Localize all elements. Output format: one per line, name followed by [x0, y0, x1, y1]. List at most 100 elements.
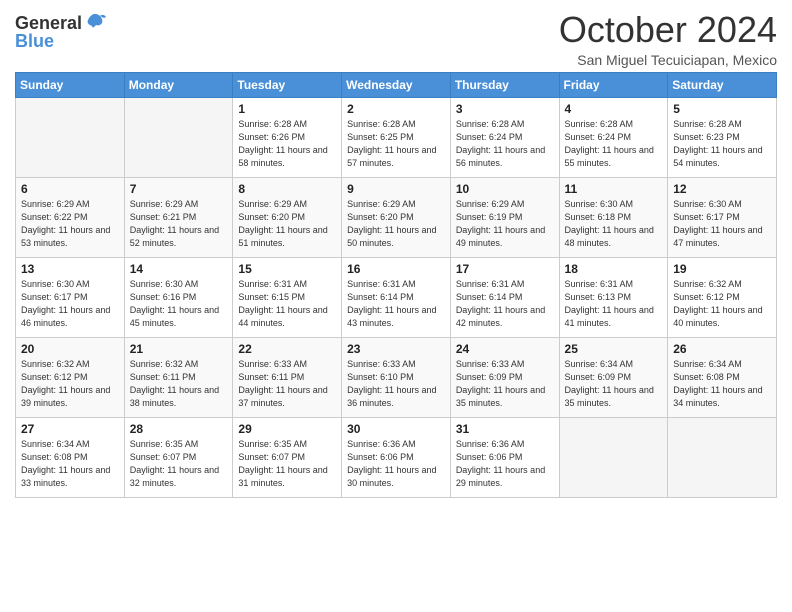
page: General Blue October 2024 San Miguel Tec… — [0, 0, 792, 612]
day-detail: Sunrise: 6:28 AMSunset: 6:26 PMDaylight:… — [238, 118, 336, 170]
day-number: 10 — [456, 182, 554, 196]
logo-text-line2: Blue — [15, 32, 106, 52]
table-row: 8 Sunrise: 6:29 AMSunset: 6:20 PMDaylight… — [233, 177, 342, 257]
col-friday: Friday — [559, 72, 668, 97]
table-row: 2 Sunrise: 6:28 AMSunset: 6:25 PMDaylight… — [342, 97, 451, 177]
table-row — [668, 417, 777, 497]
logo-bird-icon — [84, 13, 106, 31]
day-detail: Sunrise: 6:33 AMSunset: 6:10 PMDaylight:… — [347, 358, 445, 410]
day-detail: Sunrise: 6:35 AMSunset: 6:07 PMDaylight:… — [238, 438, 336, 490]
day-detail: Sunrise: 6:30 AMSunset: 6:18 PMDaylight:… — [565, 198, 663, 250]
calendar-week-row: 20Sunrise: 6:32 AMSunset: 6:12 PMDayligh… — [16, 337, 777, 417]
table-row: 11 Sunrise: 6:30 AMSunset: 6:18 PMDayligh… — [559, 177, 668, 257]
day-detail: Sunrise: 6:36 AMSunset: 6:06 PMDaylight:… — [456, 438, 554, 490]
table-row: 16Sunrise: 6:31 AMSunset: 6:14 PMDayligh… — [342, 257, 451, 337]
table-row: 3 Sunrise: 6:28 AMSunset: 6:24 PMDaylight… — [450, 97, 559, 177]
day-detail: Sunrise: 6:29 AMSunset: 6:20 PMDaylight:… — [347, 198, 445, 250]
calendar-table: Sunday Monday Tuesday Wednesday Thursday… — [15, 72, 777, 498]
location-title: San Miguel Tecuiciapan, Mexico — [559, 52, 777, 68]
day-number: 11 — [565, 182, 663, 196]
table-row: 23 Sunrise: 6:33 AMSunset: 6:10 PMDayligh… — [342, 337, 451, 417]
month-title: October 2024 — [559, 10, 777, 50]
day-number: 27 — [21, 422, 119, 436]
table-row: 26 Sunrise: 6:34 AMSunset: 6:08 PMDayligh… — [668, 337, 777, 417]
day-detail: Sunrise: 6:31 AMSunset: 6:13 PMDaylight:… — [565, 278, 663, 330]
day-number: 23 — [347, 342, 445, 356]
day-number: 1 — [238, 102, 336, 116]
col-thursday: Thursday — [450, 72, 559, 97]
logo: General Blue — [15, 14, 106, 52]
table-row: 17 Sunrise: 6:31 AMSunset: 6:14 PMDayligh… — [450, 257, 559, 337]
day-number: 9 — [347, 182, 445, 196]
table-row: 9 Sunrise: 6:29 AMSunset: 6:20 PMDaylight… — [342, 177, 451, 257]
day-detail: Sunrise: 6:30 AMSunset: 6:17 PMDaylight:… — [21, 278, 119, 330]
table-row: 18 Sunrise: 6:31 AMSunset: 6:13 PMDayligh… — [559, 257, 668, 337]
day-number: 13 — [21, 262, 119, 276]
day-detail: Sunrise: 6:28 AMSunset: 6:24 PMDaylight:… — [456, 118, 554, 170]
table-row: 1 Sunrise: 6:28 AMSunset: 6:26 PMDaylight… — [233, 97, 342, 177]
day-number: 22 — [238, 342, 336, 356]
day-number: 29 — [238, 422, 336, 436]
day-detail: Sunrise: 6:33 AMSunset: 6:09 PMDaylight:… — [456, 358, 554, 410]
day-detail: Sunrise: 6:34 AMSunset: 6:09 PMDaylight:… — [565, 358, 663, 410]
day-number: 25 — [565, 342, 663, 356]
day-number: 8 — [238, 182, 336, 196]
day-number: 24 — [456, 342, 554, 356]
day-detail: Sunrise: 6:33 AMSunset: 6:11 PMDaylight:… — [238, 358, 336, 410]
table-row: 24 Sunrise: 6:33 AMSunset: 6:09 PMDayligh… — [450, 337, 559, 417]
day-detail: Sunrise: 6:29 AMSunset: 6:20 PMDaylight:… — [238, 198, 336, 250]
table-row: 25 Sunrise: 6:34 AMSunset: 6:09 PMDayligh… — [559, 337, 668, 417]
day-detail: Sunrise: 6:30 AMSunset: 6:16 PMDaylight:… — [130, 278, 228, 330]
day-number: 4 — [565, 102, 663, 116]
day-detail: Sunrise: 6:35 AMSunset: 6:07 PMDaylight:… — [130, 438, 228, 490]
col-wednesday: Wednesday — [342, 72, 451, 97]
day-detail: Sunrise: 6:28 AMSunset: 6:24 PMDaylight:… — [565, 118, 663, 170]
day-detail: Sunrise: 6:31 AMSunset: 6:14 PMDaylight:… — [347, 278, 445, 330]
table-row: 21Sunrise: 6:32 AMSunset: 6:11 PMDayligh… — [124, 337, 233, 417]
table-row: 6 Sunrise: 6:29 AMSunset: 6:22 PMDaylight… — [16, 177, 125, 257]
day-number: 12 — [673, 182, 771, 196]
day-number: 7 — [130, 182, 228, 196]
table-row: 12 Sunrise: 6:30 AMSunset: 6:17 PMDayligh… — [668, 177, 777, 257]
table-row: 28 Sunrise: 6:35 AMSunset: 6:07 PMDayligh… — [124, 417, 233, 497]
table-row: 20Sunrise: 6:32 AMSunset: 6:12 PMDayligh… — [16, 337, 125, 417]
day-number: 31 — [456, 422, 554, 436]
day-number: 18 — [565, 262, 663, 276]
table-row: 29 Sunrise: 6:35 AMSunset: 6:07 PMDayligh… — [233, 417, 342, 497]
day-number: 21 — [130, 342, 228, 356]
table-row: 14 Sunrise: 6:30 AMSunset: 6:16 PMDayligh… — [124, 257, 233, 337]
day-number: 5 — [673, 102, 771, 116]
day-number: 15 — [238, 262, 336, 276]
calendar-header-row: Sunday Monday Tuesday Wednesday Thursday… — [16, 72, 777, 97]
day-number: 3 — [456, 102, 554, 116]
table-row: 10Sunrise: 6:29 AMSunset: 6:19 PMDayligh… — [450, 177, 559, 257]
day-detail: Sunrise: 6:36 AMSunset: 6:06 PMDaylight:… — [347, 438, 445, 490]
day-detail: Sunrise: 6:30 AMSunset: 6:17 PMDaylight:… — [673, 198, 771, 250]
day-number: 6 — [21, 182, 119, 196]
day-detail: Sunrise: 6:29 AMSunset: 6:21 PMDaylight:… — [130, 198, 228, 250]
col-sunday: Sunday — [16, 72, 125, 97]
day-detail: Sunrise: 6:34 AMSunset: 6:08 PMDaylight:… — [673, 358, 771, 410]
col-saturday: Saturday — [668, 72, 777, 97]
day-number: 2 — [347, 102, 445, 116]
calendar-week-row: 1 Sunrise: 6:28 AMSunset: 6:26 PMDaylight… — [16, 97, 777, 177]
day-number: 30 — [347, 422, 445, 436]
day-number: 17 — [456, 262, 554, 276]
day-number: 28 — [130, 422, 228, 436]
table-row: 31 Sunrise: 6:36 AMSunset: 6:06 PMDayligh… — [450, 417, 559, 497]
table-row: 19Sunrise: 6:32 AMSunset: 6:12 PMDayligh… — [668, 257, 777, 337]
day-number: 26 — [673, 342, 771, 356]
table-row: 27 Sunrise: 6:34 AMSunset: 6:08 PMDayligh… — [16, 417, 125, 497]
table-row: 22 Sunrise: 6:33 AMSunset: 6:11 PMDayligh… — [233, 337, 342, 417]
table-row — [559, 417, 668, 497]
table-row: 4 Sunrise: 6:28 AMSunset: 6:24 PMDaylight… — [559, 97, 668, 177]
day-detail: Sunrise: 6:29 AMSunset: 6:22 PMDaylight:… — [21, 198, 119, 250]
day-detail: Sunrise: 6:28 AMSunset: 6:25 PMDaylight:… — [347, 118, 445, 170]
day-number: 14 — [130, 262, 228, 276]
day-detail: Sunrise: 6:34 AMSunset: 6:08 PMDaylight:… — [21, 438, 119, 490]
day-detail: Sunrise: 6:31 AMSunset: 6:15 PMDaylight:… — [238, 278, 336, 330]
table-row: 7 Sunrise: 6:29 AMSunset: 6:21 PMDaylight… — [124, 177, 233, 257]
day-detail: Sunrise: 6:31 AMSunset: 6:14 PMDaylight:… — [456, 278, 554, 330]
header: General Blue October 2024 San Miguel Tec… — [15, 10, 777, 68]
title-block: October 2024 San Miguel Tecuiciapan, Mex… — [559, 10, 777, 68]
